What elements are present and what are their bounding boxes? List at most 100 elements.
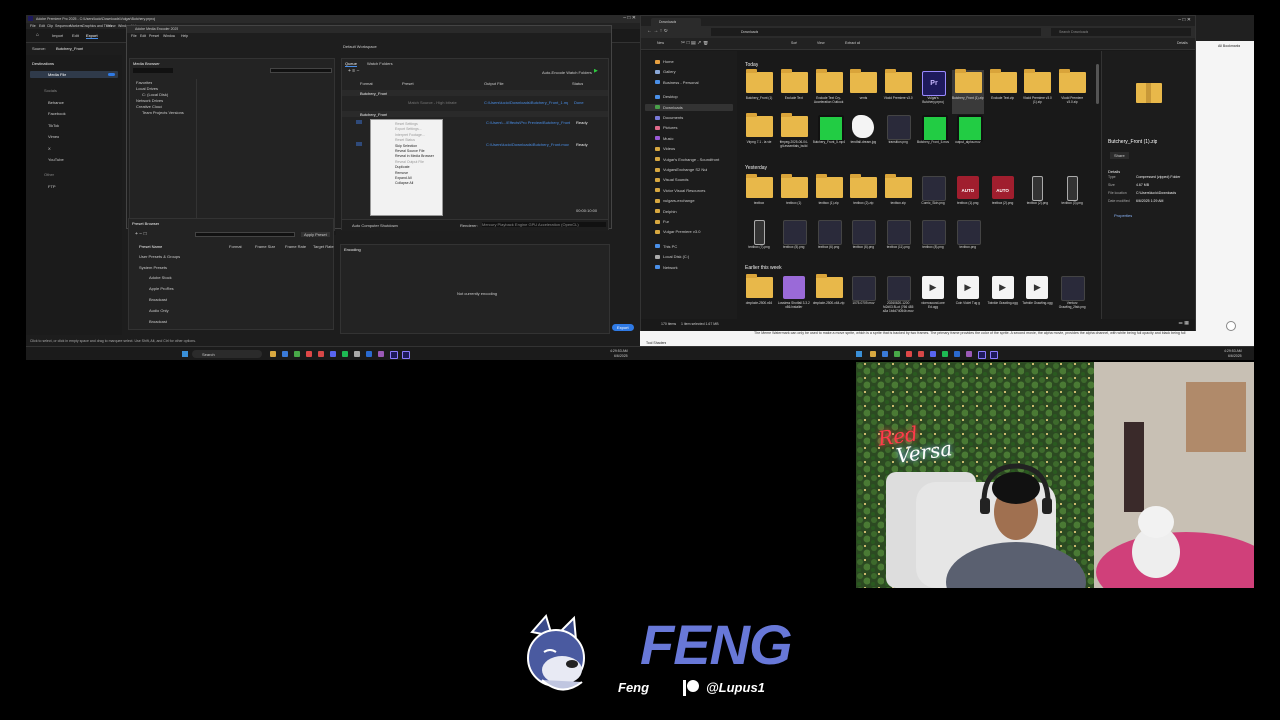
app-icon[interactable] bbox=[966, 351, 972, 357]
renderer-select[interactable]: Mercury Playback Engine GPU Acceleration… bbox=[482, 222, 606, 227]
social-facebook[interactable]: Facebook bbox=[48, 111, 66, 116]
pb-broadcast-2[interactable]: Broadcast bbox=[149, 319, 167, 324]
tree-local-drives[interactable]: Local Drives bbox=[136, 86, 158, 91]
file-item[interactable]: textbox (5).png bbox=[778, 219, 810, 263]
row-1-output[interactable]: C:\Users\lucio\Downloads\Butchery_Front_… bbox=[484, 100, 568, 105]
file-item[interactable]: textbox.zip bbox=[882, 174, 914, 219]
format-dropdown-3[interactable] bbox=[356, 142, 362, 146]
auto-encode-checkbox[interactable]: Auto-Encode Watch Folders bbox=[542, 70, 592, 75]
me-menu-preset[interactable]: Preset bbox=[149, 34, 159, 39]
file-item[interactable]: 20260620-1200 fd2d03 8Lot (766 485 a3a 1… bbox=[882, 275, 914, 319]
me-menu-window[interactable]: Window bbox=[163, 34, 175, 39]
window-controls[interactable]: – □ ✕ bbox=[623, 16, 636, 21]
preset-tools-icon[interactable]: + − □ bbox=[135, 232, 147, 237]
nav-buttons[interactable]: ← → ↑ ↻ bbox=[647, 29, 668, 34]
sidebar-item[interactable]: Gallery bbox=[663, 69, 729, 74]
content-scrollbar[interactable] bbox=[1096, 64, 1099, 104]
file-item[interactable]: textbox (1).zip bbox=[813, 174, 845, 219]
file-item[interactable]: ffmpeg-2025-06-04-git-essentials_build bbox=[778, 113, 810, 158]
sidebar-item[interactable]: Network bbox=[663, 265, 729, 270]
queue-group-1[interactable]: Butchery_Front bbox=[342, 90, 608, 96]
file-item[interactable]: Exclude Text.zip bbox=[987, 69, 1019, 114]
file-item[interactable]: textbox (8).png bbox=[917, 219, 949, 263]
sidebar-item[interactable]: Home bbox=[663, 59, 729, 64]
pb-system-presets[interactable]: System Presets bbox=[139, 265, 167, 270]
app-icon[interactable] bbox=[378, 351, 384, 357]
share-button[interactable]: Share bbox=[1110, 152, 1129, 159]
start-icon[interactable] bbox=[856, 351, 862, 357]
explorer-window-controls[interactable]: – □ ✕ bbox=[1178, 18, 1191, 23]
workspace-label[interactable]: Default Workspace bbox=[343, 44, 377, 49]
start-queue-icon[interactable]: ▶ bbox=[594, 69, 598, 74]
home-icon[interactable]: ⌂ bbox=[36, 33, 39, 38]
media-encoder-icon[interactable] bbox=[978, 351, 986, 359]
edge-icon[interactable] bbox=[882, 351, 888, 357]
social-vimeo[interactable]: Vimeo bbox=[48, 134, 59, 139]
sidebar-item[interactable]: VulgarsExchange S2 Nui bbox=[663, 167, 729, 172]
file-item[interactable]: Exclude Text Cry-Acceleration Outlook bbox=[813, 69, 845, 114]
pb-audio-only[interactable]: Audio Only bbox=[149, 308, 169, 313]
explorer-icon[interactable] bbox=[870, 351, 876, 357]
queue-tools-icon[interactable]: + ≡ − bbox=[348, 69, 360, 74]
explorer-icon[interactable] bbox=[270, 351, 276, 357]
group-earlier[interactable]: Earlier this week bbox=[745, 265, 782, 271]
all-bookmarks[interactable]: All Bookmarks bbox=[1218, 44, 1240, 49]
me-menu-help[interactable]: Help bbox=[181, 34, 188, 39]
file-item[interactable]: Vlodd Premiere v3.0.zip bbox=[1056, 69, 1088, 114]
file-item[interactable]: ▶ Coin Violet Tug g bbox=[952, 275, 984, 319]
apply-preset-button[interactable]: Apply Preset bbox=[301, 232, 330, 237]
sidebar-item[interactable]: Desktop bbox=[663, 94, 729, 99]
taskbar-search[interactable]: Search bbox=[192, 350, 262, 358]
file-item[interactable]: dmplode-2500.x64 bbox=[743, 274, 775, 319]
edge-icon[interactable] bbox=[282, 351, 288, 357]
file-item[interactable]: textbox (2).zip bbox=[847, 174, 879, 219]
file-item[interactable]: textbox (7).png bbox=[743, 219, 775, 263]
queue-row-1[interactable]: Match Source - High bitrate C:\Users\luc… bbox=[342, 99, 608, 105]
file-item[interactable]: ▶ vlcerosound-one Ed.ogg bbox=[917, 275, 949, 319]
pb-broadcast[interactable]: Broadcast bbox=[149, 297, 167, 302]
spotify-icon[interactable] bbox=[342, 351, 348, 357]
sidebar-item[interactable]: Fur bbox=[663, 219, 729, 224]
social-youtube[interactable]: YouTube bbox=[48, 157, 64, 162]
media-encoder-icon[interactable] bbox=[390, 351, 398, 359]
file-item[interactable]: Vlodd Premiere v3.0 bbox=[882, 69, 914, 114]
file-item[interactable]: textbox (2).png bbox=[1021, 175, 1053, 219]
file-item[interactable]: textbox.png bbox=[952, 219, 984, 263]
settings-gear-icon[interactable] bbox=[1226, 321, 1236, 331]
sidebar-item[interactable]: Vulgar Premiere v3.0 bbox=[663, 229, 729, 234]
sidebar-item[interactable]: This PC bbox=[663, 244, 729, 249]
sidebar-item[interactable]: Pictures bbox=[663, 125, 729, 130]
file-item[interactable]: Butchery_Front (1) bbox=[743, 69, 775, 114]
file-item[interactable]: transition.png bbox=[882, 114, 914, 158]
browser-search-input[interactable] bbox=[270, 68, 332, 73]
start-icon[interactable] bbox=[182, 351, 188, 357]
preset-search-input[interactable] bbox=[195, 232, 295, 237]
premiere-icon[interactable] bbox=[990, 351, 998, 359]
tree-creative-cloud[interactable]: Creative Cloud bbox=[136, 104, 162, 109]
group-yesterday[interactable]: Yesterday bbox=[745, 165, 767, 171]
file-item[interactable]: Butchery_Front_5.mp4 bbox=[813, 114, 845, 158]
file-item[interactable]: Exclude Text bbox=[778, 69, 810, 114]
sidebar-item[interactable]: Music bbox=[663, 136, 729, 141]
sidebar-item[interactable]: Videos bbox=[663, 146, 729, 151]
file-item[interactable]: dmplode-2500-x64.zip bbox=[813, 274, 845, 319]
sidebar-item[interactable]: Local Disk (C:) bbox=[663, 254, 729, 259]
file-item[interactable]: Butchery_Front (1).zip bbox=[951, 69, 984, 114]
view-toggle-icons[interactable]: ☰ ▦ bbox=[1178, 321, 1189, 326]
sidebar-item[interactable]: Vulgar's Exchange - Soundfront bbox=[663, 157, 729, 162]
sidebar-item[interactable]: Visual Sounds bbox=[663, 177, 729, 182]
format-dropdown[interactable] bbox=[356, 120, 362, 124]
app-icon[interactable] bbox=[354, 351, 360, 357]
browser-dropdown[interactable] bbox=[133, 68, 173, 73]
file-item[interactable]: textbox (1) bbox=[778, 174, 810, 219]
search-input[interactable]: Search Downloads bbox=[1051, 28, 1191, 36]
group-today[interactable]: Today bbox=[745, 62, 758, 68]
auto-shutdown-checkbox[interactable]: Auto Computer Shutdown bbox=[352, 223, 398, 228]
file-item[interactable]: vents bbox=[847, 69, 879, 114]
app-icon[interactable] bbox=[906, 351, 912, 357]
social-tiktok[interactable]: TikTok bbox=[48, 123, 59, 128]
cut-copy-icons[interactable]: ✂ □ ▤ ↗ 🗑 bbox=[681, 41, 709, 46]
file-item[interactable]: Comic_Skin.png bbox=[917, 175, 949, 219]
sidebar-item[interactable]: Documents bbox=[663, 115, 729, 120]
file-item[interactable]: textbox (6).png bbox=[847, 219, 879, 263]
